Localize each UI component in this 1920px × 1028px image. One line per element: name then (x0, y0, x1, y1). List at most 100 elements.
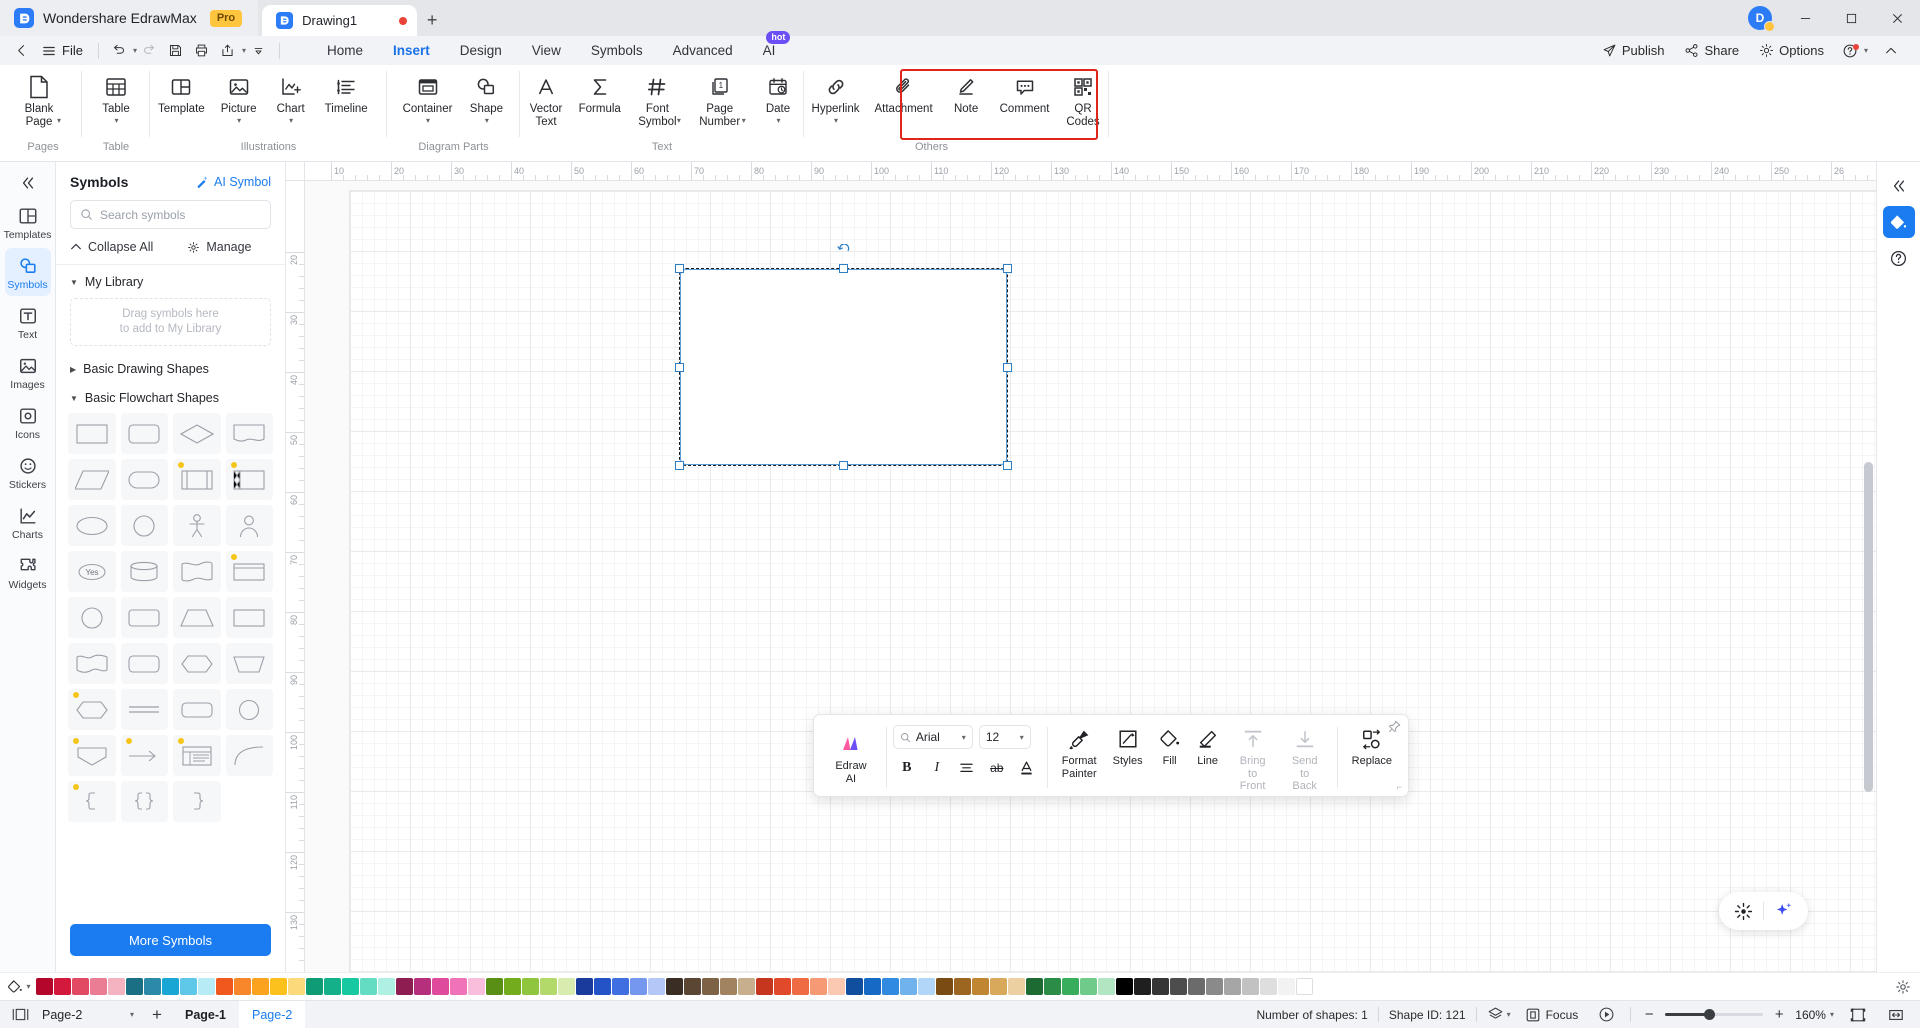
resize-handle-s[interactable] (839, 461, 848, 470)
table-caret-icon[interactable]: ▾ (114, 116, 118, 125)
add-page-button[interactable]: + (142, 1003, 172, 1027)
color-swatch[interactable] (936, 978, 953, 995)
color-swatch[interactable] (990, 978, 1007, 995)
shape-internal-storage[interactable] (225, 459, 273, 500)
shape-card[interactable] (173, 551, 221, 592)
blank-page-caret-icon[interactable]: ▾ (57, 116, 61, 125)
comment-button[interactable]: Comment (992, 69, 1057, 116)
save-button[interactable] (163, 39, 189, 63)
collapse-all-button[interactable]: Collapse All (70, 240, 153, 254)
more-symbols-button[interactable]: More Symbols (70, 924, 271, 956)
bring-to-front-button[interactable]: Bring to Front (1227, 721, 1279, 796)
page-view-icon[interactable] (6, 1003, 34, 1027)
fill-caret-icon[interactable]: ▾ (26, 982, 30, 991)
shape-wave-doc[interactable] (68, 643, 116, 684)
color-swatch[interactable] (486, 978, 503, 995)
resize-handle-ne[interactable] (1003, 264, 1012, 273)
ai-sparkle-icon[interactable] (1766, 893, 1802, 929)
shape-decision[interactable] (173, 413, 221, 454)
template-button[interactable]: Template (150, 69, 213, 116)
color-swatch[interactable] (684, 978, 701, 995)
shape-person[interactable] (173, 505, 221, 546)
palette-settings-gear-icon[interactable] (1886, 979, 1920, 995)
color-swatch[interactable] (972, 978, 989, 995)
section-basic-drawing-header[interactable]: ▶ Basic Drawing Shapes (70, 362, 271, 376)
color-swatch[interactable] (288, 978, 305, 995)
color-swatch[interactable] (1062, 978, 1079, 995)
shape-process[interactable] (68, 413, 116, 454)
redo-button[interactable] (137, 39, 163, 63)
pin-icon[interactable] (1388, 720, 1401, 733)
chevron-down-icon[interactable]: ▾ (1020, 733, 1024, 742)
shape-tape[interactable] (225, 551, 273, 592)
zoom-slider[interactable] (1665, 1008, 1764, 1020)
color-swatch[interactable] (954, 978, 971, 995)
shape-circle2[interactable] (68, 597, 116, 638)
shape-arrow-line[interactable] (120, 735, 168, 776)
zoom-level-dropdown[interactable]: 160% ▾ (1795, 1008, 1834, 1022)
shape-circle3[interactable] (225, 689, 273, 730)
align-button[interactable] (953, 756, 981, 780)
color-swatch[interactable] (1098, 978, 1115, 995)
layers-icon[interactable]: ▾ (1487, 1003, 1511, 1027)
shape-circle[interactable] (120, 505, 168, 546)
tab-view[interactable]: View (518, 36, 575, 65)
resize-handle-se[interactable] (1003, 461, 1012, 470)
tab-design[interactable]: Design (446, 36, 516, 65)
hyperlink-button[interactable]: Hyperlink ▾ (804, 69, 867, 125)
color-swatch[interactable] (162, 978, 179, 995)
formula-button[interactable]: Formula (572, 69, 627, 116)
color-swatch[interactable] (270, 978, 287, 995)
shape-caret-icon[interactable]: ▾ (485, 116, 489, 125)
color-swatch[interactable] (90, 978, 107, 995)
color-swatch[interactable] (594, 978, 611, 995)
shape-brace-right[interactable] (173, 781, 221, 822)
canvas-vertical-scrollbar[interactable] (1864, 462, 1873, 792)
manage-button[interactable]: Manage (187, 240, 252, 254)
canvas-area[interactable]: 10 20 30 40 50 60 70 80 90 100 110 120 130 140 150 160 1… (286, 162, 1876, 972)
color-swatch[interactable] (414, 978, 431, 995)
color-swatch[interactable] (810, 978, 827, 995)
shape-hex-flat[interactable] (173, 643, 221, 684)
sidebar-item-charts[interactable]: Charts (5, 498, 51, 546)
color-swatch[interactable] (774, 978, 791, 995)
font-color-button[interactable] (1013, 756, 1041, 780)
color-swatch[interactable] (432, 978, 449, 995)
drawing-page[interactable] (350, 191, 1876, 972)
shape-terminator[interactable] (120, 459, 168, 500)
shape-rounded-rect2[interactable] (120, 597, 168, 638)
color-swatch[interactable] (540, 978, 557, 995)
zoom-slider-knob[interactable] (1704, 1008, 1716, 1020)
floating-format-toolbar[interactable]: Edraw AI Arial ▾ 12 ▾ B I ab Format Pain… (813, 714, 1409, 797)
color-swatch[interactable] (216, 978, 233, 995)
color-swatch[interactable] (918, 978, 935, 995)
chart-button[interactable]: Chart ▾ (265, 69, 317, 125)
close-button[interactable] (1874, 0, 1920, 36)
resize-handle-nw[interactable] (675, 264, 684, 273)
color-swatch[interactable] (378, 978, 395, 995)
collapse-ribbon-button[interactable] (1878, 39, 1904, 63)
shape-trapezoid[interactable] (173, 597, 221, 638)
color-swatch[interactable] (576, 978, 593, 995)
vector-text-button[interactable]: Vector Text (520, 69, 572, 129)
share-button[interactable]: Share (1676, 39, 1747, 63)
focus-mode-button[interactable]: Focus (1521, 1003, 1583, 1027)
shape-button[interactable]: Shape ▾ (460, 69, 512, 125)
picture-caret-icon[interactable]: ▾ (237, 116, 241, 125)
color-swatch[interactable] (1080, 978, 1097, 995)
resize-handle-w[interactable] (675, 362, 684, 372)
color-swatch[interactable] (1152, 978, 1169, 995)
fill-bucket-icon[interactable]: ▾ (2, 973, 36, 1001)
hyperlink-caret-icon[interactable]: ▾ (834, 116, 838, 125)
undo-button[interactable] (106, 39, 132, 63)
italic-button[interactable]: I (923, 756, 951, 780)
search-symbols-input[interactable]: Search symbols (70, 200, 271, 229)
edraw-ai-button[interactable]: Edraw AI (822, 721, 880, 796)
color-swatch[interactable] (36, 978, 53, 995)
maximize-button[interactable] (1828, 0, 1874, 36)
color-swatch[interactable] (1278, 978, 1295, 995)
shape-database[interactable] (120, 551, 168, 592)
color-swatch[interactable] (252, 978, 269, 995)
color-swatch[interactable] (144, 978, 161, 995)
shape-ellipse[interactable] (68, 505, 116, 546)
